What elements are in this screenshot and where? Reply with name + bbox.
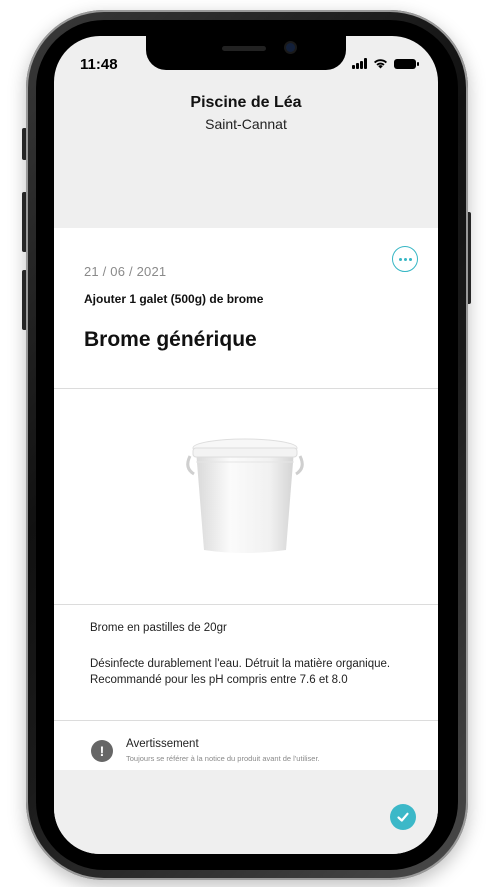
- divider-top: [54, 388, 438, 389]
- status-time: 11:48: [80, 56, 118, 73]
- status-icons: [352, 58, 419, 69]
- stage: 11:48 Piscine de Léa Saint-Cannat 21 / 0…: [0, 0, 486, 887]
- exclamation-icon: !: [91, 740, 113, 762]
- warning-title: Avertissement: [126, 738, 199, 750]
- more-options-icon: [398, 257, 402, 261]
- battery-icon: [394, 58, 419, 69]
- checkmark-icon: [397, 812, 409, 822]
- product-card: 21 / 06 / 2021 Ajouter 1 galet (500g) de…: [54, 228, 438, 770]
- product-name: Brome générique: [84, 328, 257, 351]
- wifi-icon: [374, 59, 387, 69]
- product-description-short: Brome en pastilles de 20gr: [90, 622, 227, 634]
- confirm-button[interactable]: [390, 804, 416, 830]
- task-date: 21 / 06 / 2021: [84, 264, 167, 279]
- divider-middle: [54, 604, 438, 605]
- pool-location: Saint-Cannat: [205, 116, 287, 132]
- product-description-long: Désinfecte durablement l'eau. Détruit la…: [90, 658, 391, 686]
- phone-screen: 11:48 Piscine de Léa Saint-Cannat 21 / 0…: [54, 36, 438, 854]
- bucket-image: [186, 438, 304, 553]
- task-action: Ajouter 1 galet (500g) de brome: [84, 292, 264, 306]
- front-camera: [286, 43, 295, 52]
- notch: [146, 36, 346, 70]
- bottom-bar: [54, 770, 438, 854]
- more-options-button[interactable]: [392, 246, 418, 272]
- warning-text: Toujours se référer à la notice du produ…: [126, 754, 320, 763]
- pool-name: Piscine de Léa: [190, 94, 302, 111]
- signal-icon: [352, 58, 367, 69]
- speaker: [222, 46, 266, 51]
- divider-bottom: [54, 720, 438, 721]
